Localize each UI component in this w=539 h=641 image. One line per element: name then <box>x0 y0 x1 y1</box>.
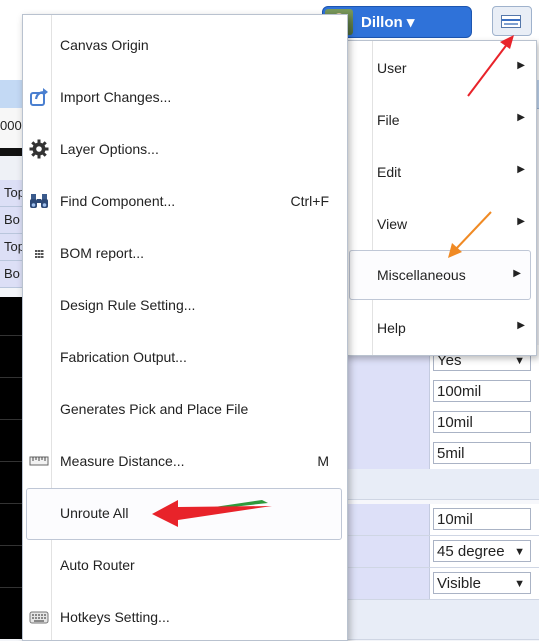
submenu-item-layer-options[interactable]: Layer Options... <box>23 124 345 176</box>
caret-down-icon: ▾ <box>406 14 415 31</box>
chevron-right-icon: ▶ <box>517 60 525 71</box>
submenu-item-unroute-all[interactable]: Unroute All <box>26 488 342 540</box>
menu-item-label: View <box>377 216 408 232</box>
chevron-right-icon: ▶ <box>517 112 525 123</box>
chevron-down-icon: ▼ <box>514 578 525 590</box>
layer-row[interactable]: Top <box>0 180 24 207</box>
submenu-item-label: Layer Options... <box>60 141 159 157</box>
submenu-item-label: Auto Router <box>60 557 135 573</box>
property-input[interactable]: 5mil <box>433 442 531 464</box>
chevron-right-icon: ▶ <box>517 216 525 227</box>
menu-item-label: Help <box>377 320 406 336</box>
property-row: 45 degree ▼ <box>345 536 539 568</box>
grid-icon <box>29 243 49 263</box>
property-select[interactable]: Visible ▼ <box>433 572 531 594</box>
submenu-item-label: Design Rule Setting... <box>60 297 196 313</box>
submenu-item-import-changes[interactable]: Import Changes... <box>23 72 345 124</box>
submenu-item-measure-distance[interactable]: Measure Distance... M <box>23 436 345 488</box>
main-menu-button[interactable] <box>492 6 532 36</box>
user-name: Dillon <box>361 14 403 31</box>
submenu-item-label: Import Changes... <box>60 89 172 105</box>
submenu-item-find-component[interactable]: Find Component... Ctrl+F <box>23 176 345 228</box>
submenu-item-design-rule-setting[interactable]: Design Rule Setting... <box>23 280 345 332</box>
layer-row-label: Bo <box>4 212 20 227</box>
property-input[interactable]: 10mil <box>433 411 531 433</box>
property-input[interactable]: 10mil <box>433 508 531 530</box>
submenu-item-bom-report[interactable]: BOM report... <box>23 228 345 280</box>
submenu-item-canvas-origin[interactable]: Canvas Origin <box>23 20 345 72</box>
ruler-label: 000 <box>0 118 22 133</box>
property-select[interactable]: 45 degree ▼ <box>433 540 531 562</box>
submenu-item-label: Find Component... <box>60 193 176 209</box>
property-row: Visible ▼ <box>345 568 539 600</box>
menu-item-label: Edit <box>377 164 402 180</box>
submenu-item-label: Fabrication Output... <box>60 349 187 365</box>
layer-row-label: Bo <box>4 266 20 281</box>
binoculars-icon <box>29 191 49 211</box>
submenu-item-label: Generates Pick and Place File <box>60 401 249 417</box>
menu-item-label: User <box>377 60 407 76</box>
submenu-item-hotkeys-setting[interactable]: Hotkeys Setting... <box>23 592 345 640</box>
menu-icon <box>501 15 521 28</box>
submenu-item-auto-router[interactable]: Auto Router <box>23 540 345 592</box>
layer-header <box>0 156 24 180</box>
miscellaneous-submenu: Canvas Origin Import Changes... Layer Op… <box>22 14 348 641</box>
property-input[interactable]: 100mil <box>433 380 531 402</box>
layer-row[interactable]: Top <box>0 234 24 261</box>
ruler-icon <box>29 451 49 471</box>
menu-item-help[interactable]: Help ▶ <box>346 303 534 353</box>
canvas-strip <box>0 148 24 156</box>
property-row: 10mil <box>345 504 539 536</box>
property-section-footer <box>345 600 539 640</box>
chevron-right-icon: ▶ <box>517 320 525 331</box>
property-row: 5mil <box>345 438 539 470</box>
menu-item-edit[interactable]: Edit ▶ <box>346 147 534 197</box>
layer-row[interactable]: Bo <box>0 261 24 288</box>
menu-item-miscellaneous[interactable]: Miscellaneous ▶ <box>349 250 531 300</box>
submenu-item-fabrication-output[interactable]: Fabrication Output... <box>23 332 345 384</box>
property-row: 10mil <box>345 407 539 439</box>
menu-item-view[interactable]: View ▶ <box>346 199 534 249</box>
layer-row-label: Top <box>4 185 24 200</box>
menu-item-label: File <box>377 112 400 128</box>
submenu-item-label: Unroute All <box>60 505 129 521</box>
chevron-down-icon: ▼ <box>514 546 525 558</box>
submenu-item-label: Measure Distance... <box>60 453 185 469</box>
chevron-right-icon: ▶ <box>517 164 525 175</box>
submenu-item-label: Canvas Origin <box>60 37 149 53</box>
property-row: 100mil <box>345 376 539 408</box>
pcb-canvas[interactable] <box>0 297 24 639</box>
main-menu: User ▶ File ▶ Edit ▶ View ▶ Miscellaneou… <box>345 40 537 356</box>
submenu-item-label: BOM report... <box>60 245 145 261</box>
layer-row-label: Top <box>4 239 24 254</box>
gear-icon <box>29 139 49 159</box>
keyboard-icon <box>29 607 49 627</box>
import-icon <box>29 87 49 107</box>
property-section-header <box>345 469 539 500</box>
menu-item-label: Miscellaneous <box>377 267 466 283</box>
submenu-item-shortcut: M <box>317 453 329 469</box>
chevron-right-icon: ▶ <box>513 268 521 279</box>
submenu-item-label: Hotkeys Setting... <box>60 609 170 625</box>
menu-item-user[interactable]: User ▶ <box>346 43 534 93</box>
submenu-item-pick-and-place[interactable]: Generates Pick and Place File <box>23 384 345 436</box>
layer-row[interactable]: Bo <box>0 207 24 234</box>
menu-item-file[interactable]: File ▶ <box>346 95 534 145</box>
submenu-item-shortcut: Ctrl+F <box>290 193 330 209</box>
